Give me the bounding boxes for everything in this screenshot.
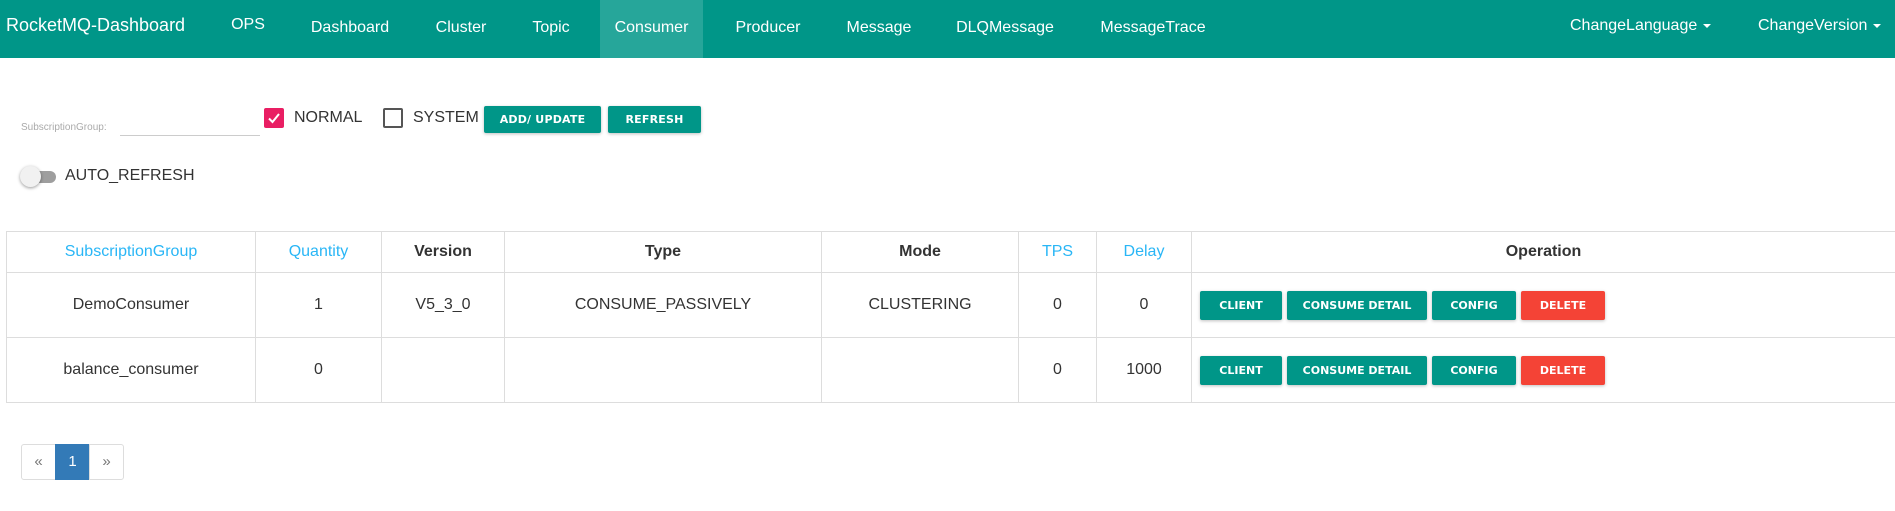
header-quantity[interactable]: Quantity	[255, 231, 382, 273]
delete-button[interactable]: DELETE	[1521, 290, 1605, 320]
config-button[interactable]: CONFIG	[1432, 355, 1516, 385]
cell-operations: CLIENT CONSUME DETAIL CONFIG DELETE	[1191, 272, 1895, 338]
header-mode: Mode	[821, 231, 1019, 273]
config-button[interactable]: CONFIG	[1432, 290, 1516, 320]
cell-quantity: 0	[255, 337, 382, 403]
header-tps[interactable]: TPS	[1018, 231, 1097, 273]
change-language-dropdown[interactable]: ChangeLanguage	[1570, 0, 1712, 52]
cell-quantity: 1	[255, 272, 382, 338]
subscription-group-input[interactable]	[120, 110, 260, 136]
consumer-table: SubscriptionGroup Quantity Version Type …	[6, 231, 1895, 403]
add-update-button[interactable]: ADD/ UPDATE	[484, 106, 601, 133]
nav-dashboard[interactable]: Dashboard	[296, 0, 404, 58]
normal-checkbox[interactable]	[264, 108, 284, 128]
table-header-row: SubscriptionGroup Quantity Version Type …	[6, 231, 1895, 273]
cell-delay: 1000	[1096, 337, 1192, 403]
header-subscription-group[interactable]: SubscriptionGroup	[6, 231, 256, 273]
brand-logo[interactable]: RocketMQ-Dashboard	[6, 0, 185, 52]
pagination-next[interactable]: »	[89, 444, 124, 480]
cell-tps: 0	[1018, 337, 1097, 403]
change-version-dropdown[interactable]: ChangeVersion	[1758, 0, 1882, 52]
auto-refresh-toggle-knob[interactable]	[20, 166, 41, 187]
table-row: balance_consumer 0 0 1000 CLIENT CONSUME …	[6, 337, 1895, 403]
nav-message[interactable]: Message	[833, 0, 925, 58]
system-checkbox[interactable]	[383, 108, 403, 128]
nav-producer[interactable]: Producer	[719, 0, 817, 58]
consume-detail-button[interactable]: CONSUME DETAIL	[1287, 290, 1427, 320]
client-button[interactable]: CLIENT	[1200, 290, 1282, 320]
top-navbar: RocketMQ-Dashboard OPS Dashboard Cluster…	[0, 0, 1895, 58]
header-type: Type	[504, 231, 822, 273]
header-operation: Operation	[1191, 231, 1895, 273]
pagination-page-1[interactable]: 1	[55, 444, 90, 480]
system-label: SYSTEM	[413, 109, 479, 126]
cell-version	[381, 337, 505, 403]
caret-down-icon	[1873, 23, 1882, 28]
change-language-label: ChangeLanguage	[1570, 17, 1698, 34]
client-button[interactable]: CLIENT	[1200, 355, 1282, 385]
header-version: Version	[381, 231, 505, 273]
checkmark-icon	[268, 113, 280, 124]
consume-detail-button[interactable]: CONSUME DETAIL	[1287, 355, 1427, 385]
cell-delay: 0	[1096, 272, 1192, 338]
cell-version: V5_3_0	[381, 272, 505, 338]
cell-tps: 0	[1018, 272, 1097, 338]
nav-ops[interactable]: OPS	[218, 0, 278, 58]
header-delay[interactable]: Delay	[1096, 231, 1192, 273]
change-version-label: ChangeVersion	[1758, 17, 1868, 34]
table-row: DemoConsumer 1 V5_3_0 CONSUME_PASSIVELY …	[6, 272, 1895, 338]
cell-type	[504, 337, 822, 403]
cell-type: CONSUME_PASSIVELY	[504, 272, 822, 338]
delete-button[interactable]: DELETE	[1521, 355, 1605, 385]
nav-consumer[interactable]: Consumer	[600, 0, 703, 58]
normal-label: NORMAL	[294, 109, 363, 126]
nav-dlqmessage[interactable]: DLQMessage	[941, 0, 1069, 58]
cell-mode: CLUSTERING	[821, 272, 1019, 338]
refresh-button[interactable]: REFRESH	[608, 106, 701, 133]
cell-group: balance_consumer	[6, 337, 256, 403]
subscription-group-label: SubscriptionGroup:	[21, 122, 107, 133]
nav-messagetrace[interactable]: MessageTrace	[1085, 0, 1221, 58]
cell-group: DemoConsumer	[6, 272, 256, 338]
cell-mode	[821, 337, 1019, 403]
cell-operations: CLIENT CONSUME DETAIL CONFIG DELETE	[1191, 337, 1895, 403]
nav-topic[interactable]: Topic	[518, 0, 584, 58]
nav-cluster[interactable]: Cluster	[420, 0, 502, 58]
pagination-prev[interactable]: «	[21, 444, 56, 480]
auto-refresh-label: AUTO_REFRESH	[65, 167, 195, 184]
caret-down-icon	[1703, 23, 1712, 28]
